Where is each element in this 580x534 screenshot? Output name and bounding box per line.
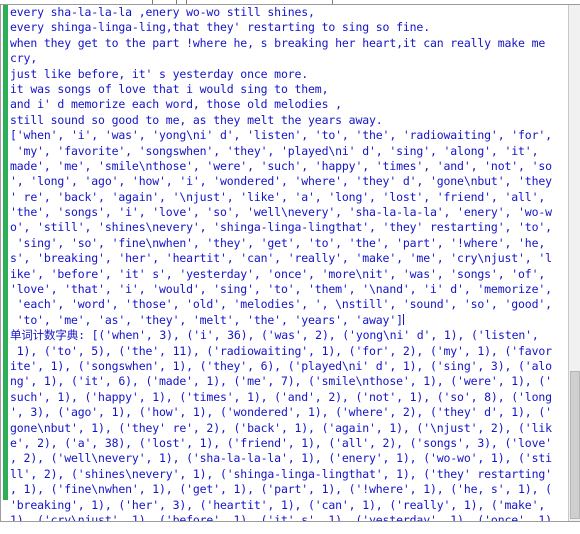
python-idle-shell-window: every sha-la-la-la ,enery wo-wo still sh… (0, 0, 580, 534)
vertical-scrollbar[interactable] (568, 5, 580, 521)
window-bottom-edge (0, 521, 580, 534)
shell-output-line: 'each', 'word', 'those', 'old', 'melodie… (10, 297, 552, 312)
shell-output-line: ' re', 'back', 'again', '\njust', 'like'… (10, 189, 546, 204)
shell-output-line: 'love', 'that', 'i', 'would', 'sing', 't… (10, 282, 552, 297)
shell-output-line: 'the', 'songs', 'i', 'love', 'so', 'well… (10, 205, 552, 220)
shell-output-line: s', 'breaking', 'her', 'heartit', 'can',… (10, 251, 552, 266)
text-caret (402, 313, 404, 325)
shell-output-line: made', 'me', 'smile\nthose', 'were', 'su… (10, 158, 552, 173)
shell-output-line: e', 2), ('a', 38), ('lost', 1), ('friend… (10, 435, 552, 450)
shell-output-line: ['when', 'i', 'was', 'yong\ni' d', 'list… (10, 128, 552, 143)
shell-output-line: 单词计数字典: [('when', 3), ('i', 36), ('was',… (10, 328, 539, 343)
shell-output-line: o', 'still', 'shines\nevery', 'shinga-li… (10, 220, 552, 235)
shell-output-line: ike', 'before', 'it' s', 'yesterday', 'o… (10, 266, 546, 281)
shell-output-line: every shinga-linga-ling,that they' resta… (10, 20, 430, 35)
shell-output-line: when they get to the part !where he, s b… (10, 35, 546, 50)
shell-output-line: ng', 1), ('it', 6), ('made', 1), ('me', … (10, 374, 552, 389)
shell-output-line: cry, (10, 51, 38, 66)
shell-output-line: 1), ('cry\njust', 1), ('before', 1), ('i… (10, 512, 552, 521)
shell-output-line: 'sing', 'so', 'fine\nwhen', 'they', 'get… (10, 235, 546, 250)
shell-output-line: still sound so good to me, as they melt … (10, 112, 383, 127)
shell-output-text[interactable]: every sha-la-la-la ,enery wo-wo still sh… (10, 5, 570, 521)
shell-output-line: 1), ('to', 5), ('the', 11), ('radiowaiti… (10, 343, 552, 358)
shell-text-area[interactable]: every sha-la-la-la ,enery wo-wo still sh… (0, 5, 580, 521)
shell-output-line: 'breaking', 1), ('her', 3), ('heartit', … (10, 497, 546, 512)
vertical-scrollbar-thumb[interactable] (570, 371, 580, 519)
shell-output-line: every sha-la-la-la ,enery wo-wo still sh… (10, 5, 315, 19)
shell-output-line: ll', 2), ('shines\nevery', 1), ('shinga-… (10, 466, 552, 481)
output-margin-bar (3, 5, 8, 500)
shell-output-line: 'my', 'favorite', 'songswhen', 'they', '… (10, 143, 539, 158)
shell-output-line: 'to', 'me', 'as', 'they', 'melt', 'the',… (10, 312, 404, 327)
shell-output-line: ite', 1), ('songswhen', 1), ('they', 6),… (10, 358, 552, 373)
shell-output-line: gone\nbut', 1), ('they' re', 2), ('back'… (10, 420, 552, 435)
shell-output-line: such', 1), ('happy', 1), ('times', 1), (… (10, 389, 552, 404)
shell-output-line: , 2), ('well\nevery', 1), ('sha-la-la-la… (10, 451, 552, 466)
shell-output-line: ', 3), ('ago', 1), ('how', 1), ('wondere… (10, 405, 552, 420)
shell-output-line: , 1), ('fine\nwhen', 1), ('get', 1), ('p… (10, 482, 552, 497)
shell-output-line: and i' d memorize each word, those old m… (10, 97, 342, 112)
shell-output-line: ', 'long', 'ago', 'how', 'i', 'wondered'… (10, 174, 552, 189)
shell-output-line: it was songs of love that i would sing t… (10, 81, 329, 96)
shell-output-line: just like before, it' s yesterday once m… (10, 66, 309, 81)
